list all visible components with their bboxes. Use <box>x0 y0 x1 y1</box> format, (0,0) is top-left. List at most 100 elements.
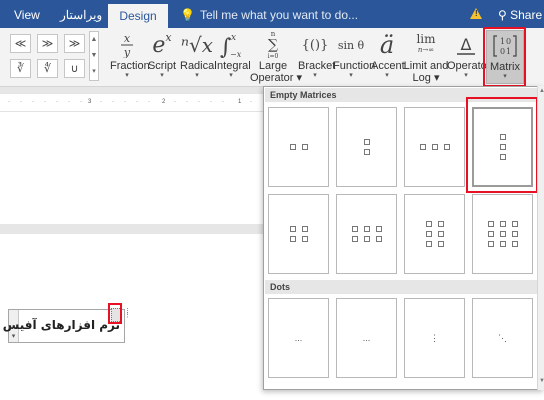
scroll-up-icon[interactable]: ▲ <box>90 32 98 48</box>
chevron-down-icon: ▾ <box>464 72 468 79</box>
chevron-down-icon: ▾ <box>349 72 353 79</box>
equation-box[interactable]: ▾ نرم افزارهای آفیس <box>3 309 125 343</box>
accent-icon: ä <box>371 30 403 60</box>
equation-text[interactable]: نرم افزارهای آفیس <box>3 318 120 332</box>
matrix-2x1[interactable] <box>336 107 397 187</box>
dots-baseline-glyph: ... <box>294 333 303 343</box>
script-sup: x <box>165 30 172 44</box>
function-icon: sin θ <box>333 30 369 60</box>
scroll-down-icon[interactable]: ▼ <box>90 48 98 64</box>
symbol-much-greater-2[interactable]: ≫ <box>64 34 85 53</box>
accent-glyph: ä <box>379 31 395 59</box>
matrix-1x3[interactable] <box>404 107 465 187</box>
symbol-cube-root[interactable]: ∛ <box>10 59 31 78</box>
limit-glyph-top: lim <box>416 32 436 46</box>
symbol-much-greater[interactable]: ≫ <box>37 34 58 53</box>
dots-diagonal[interactable]: ⋱ <box>472 298 533 378</box>
fraction-icon: xy <box>110 30 144 60</box>
large-operator-label-2-text: Operator <box>250 72 294 84</box>
integral-button[interactable]: ∫ x −x Integral ▾ <box>214 30 251 84</box>
matrix-1x2[interactable] <box>268 107 329 187</box>
bracket-icon: {()} <box>298 30 332 60</box>
function-button[interactable]: sin θ Function ▾ <box>333 30 375 84</box>
grip-icon: ⋮ ⋮ <box>124 308 131 319</box>
tab-virastar[interactable]: ویراستار <box>60 0 102 28</box>
chevron-down-icon: ▾ <box>503 73 507 80</box>
word-window: View ویراستار Design 💡 Tell me what you w… <box>0 0 544 400</box>
panel-scrollbar[interactable]: ▲ ▼ <box>537 86 544 390</box>
dots-vertical[interactable]: ⋮ <box>404 298 465 378</box>
svg-text:0: 0 <box>500 47 505 56</box>
section-dots: Dots <box>265 280 537 294</box>
script-icon: ex <box>147 30 177 60</box>
bracket-button[interactable]: {()} Bracket ▾ <box>298 30 336 84</box>
large-operator-button[interactable]: n ∑ i=0 Large Operator ▾ <box>250 29 302 85</box>
matrix-label: Matrix <box>490 61 520 73</box>
limit-and-log-button[interactable]: lim n→∞ Limit and Log ▾ <box>403 30 449 84</box>
dots-midline-glyph: ... <box>362 333 371 343</box>
tell-me-text: Tell me what you want to do... <box>199 8 359 22</box>
matrix-button[interactable]: 1001 Matrix ▾ <box>486 30 524 84</box>
share-label: Share <box>510 8 543 22</box>
limit-label-2: Log ▾ <box>412 72 440 84</box>
limit-glyph-bottom: n→∞ <box>417 46 435 54</box>
bracket-label: Bracket <box>298 60 336 72</box>
matrix-3x2[interactable] <box>404 194 465 274</box>
matrix-placeholder[interactable] <box>111 308 122 322</box>
radical-label: Radical <box>180 60 217 72</box>
dots-baseline[interactable]: ... <box>268 298 329 378</box>
chevron-down-icon: ▾ <box>229 72 233 79</box>
tell-me-search[interactable]: 💡 Tell me what you want to do... <box>180 0 358 28</box>
scroll-up-icon[interactable]: ▲ <box>539 88 544 94</box>
large-operator-icon: n ∑ i=0 <box>267 29 279 60</box>
script-button[interactable]: ex Script ▾ <box>147 30 177 84</box>
symbol-union[interactable]: ∪ <box>64 59 85 78</box>
dots-vertical-glyph: ⋮ <box>430 333 439 343</box>
chevron-down-icon: ▾ <box>160 72 164 79</box>
symbol-fourth-root[interactable]: ∜ <box>37 59 58 78</box>
accent-button[interactable]: ä Accent ▾ <box>371 30 405 84</box>
share-button[interactable]: ⚲ Share <box>498 0 542 28</box>
svg-text:Δ: Δ <box>461 35 472 54</box>
function-glyph: sin θ <box>337 38 365 52</box>
horizontal-ruler: · · · · · · · 3 · · · · · 2 · · · · · 1 · <box>0 94 264 112</box>
svg-text:1: 1 <box>500 37 505 46</box>
matrix-3x1[interactable] <box>472 107 533 187</box>
lightbulb-icon: 💡 <box>180 8 195 22</box>
radical-button[interactable]: ⁿ√x Radical ▾ <box>180 30 217 84</box>
tab-design[interactable]: Design <box>108 4 168 28</box>
page-break <box>0 224 264 234</box>
accent-label: Accent <box>371 60 405 72</box>
matrix-gallery-panel: Empty Matrices Dots ... ... ⋮ ⋱ <box>263 86 544 390</box>
matrix-2x2[interactable] <box>268 194 329 274</box>
radical-icon: ⁿ√x <box>180 30 214 60</box>
tab-view[interactable]: View <box>14 0 40 28</box>
script-label: Script <box>147 60 177 72</box>
section-empty-matrices: Empty Matrices <box>265 88 537 102</box>
limit-label-1: Limit and <box>403 60 449 72</box>
dots-midline[interactable]: ... <box>336 298 397 378</box>
radical-glyph: ⁿ√x <box>180 33 214 57</box>
limit-icon: lim n→∞ <box>403 30 449 60</box>
large-operator-label-1: Large <box>258 60 288 72</box>
chevron-down-icon: ▾ <box>195 72 199 79</box>
symbol-much-less[interactable]: ≪ <box>10 34 31 53</box>
matrix-icon: 1001 <box>487 31 523 61</box>
limit-label-2-text: Log <box>412 72 431 84</box>
integral-label: Integral <box>214 60 251 72</box>
gallery-scrollbar[interactable]: ▲ ▼ ▾ <box>89 31 99 81</box>
operator-icon: Δ <box>447 30 485 60</box>
person-icon: ⚲ <box>498 8 511 22</box>
ribbon-tab-bar: View ویراستار Design 💡 Tell me what you w… <box>0 0 544 28</box>
gallery-expand-icon[interactable]: ▾ <box>90 64 98 80</box>
svg-text:−x: −x <box>230 50 242 59</box>
bracket-glyph: {()} <box>301 37 329 53</box>
svg-text:x: x <box>231 33 236 43</box>
matrix-2x3[interactable] <box>336 194 397 274</box>
chevron-down-icon: ▾ <box>313 72 317 79</box>
scroll-down-icon[interactable]: ▼ <box>539 378 544 384</box>
matrix-3x3[interactable] <box>472 194 533 274</box>
operator-button[interactable]: Δ Operator ▾ <box>447 30 490 84</box>
warning-icon[interactable]: ! <box>470 8 482 19</box>
fraction-button[interactable]: xy Fraction ▾ <box>110 30 150 84</box>
